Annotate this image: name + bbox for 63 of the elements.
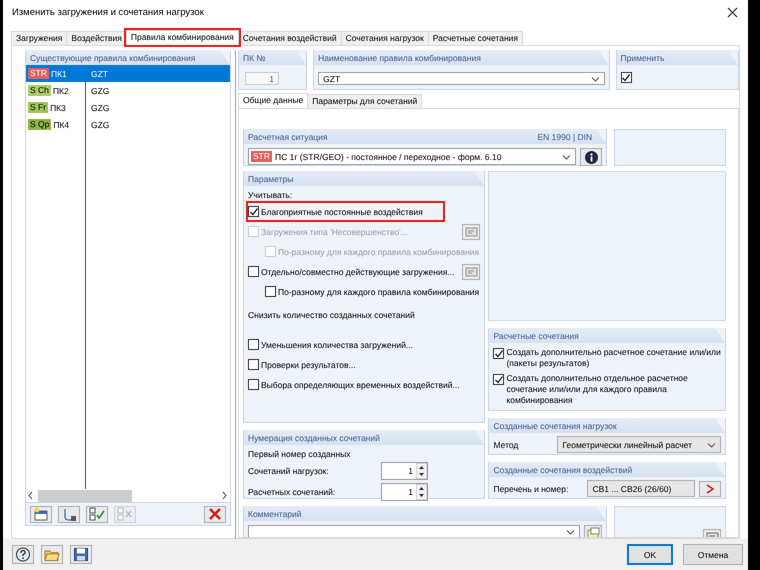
checkbox-label: Создать дополнительно расчетное сочетание или/или (пакеты результатов) <box>506 347 721 369</box>
rule-number: ПК4 <box>53 120 70 130</box>
tab[interactable]: Параметры для сочетаний <box>307 94 422 108</box>
group-title: Комментарий <box>248 508 302 518</box>
tab[interactable]: Сочетания нагрузок <box>340 31 429 45</box>
field-label: Перечень и номер: <box>493 484 570 494</box>
tab[interactable]: Воздействия <box>66 31 127 45</box>
field-label: Сочетаний нагрузок: <box>248 466 330 476</box>
rule-name: GZG <box>90 102 110 112</box>
category-tag: S Qp <box>28 119 52 130</box>
tab[interactable]: Загружения <box>11 31 68 45</box>
group-title: ПК № <box>243 52 266 62</box>
tab[interactable]: Общие данные <box>238 93 308 108</box>
group-title: Нумерация созданных сочетаний <box>248 432 380 442</box>
group-title: Применить <box>620 52 664 62</box>
name-dropdown[interactable]: GZT <box>318 72 605 85</box>
section-label: Снизить количество созданных сочетаний <box>248 310 416 320</box>
number-spinner[interactable]: 1 <box>381 462 428 480</box>
checkbox-label: Уменьшения количества загружений... <box>261 340 413 350</box>
group-title: Созданные сочетания нагрузок <box>493 420 617 430</box>
rule-number: ПК1 <box>51 68 67 78</box>
window-title: Изменить загружения и сочетания нагрузок <box>12 7 204 18</box>
field-label: Метод <box>493 440 520 450</box>
dialog-button[interactable]: OK <box>627 544 673 565</box>
group-title: Существующие правила комбинирования <box>30 52 196 62</box>
checkbox-label: По-разному для каждого правила комбинирования <box>278 246 480 256</box>
group-title: Расчетная ситуация <box>248 132 328 142</box>
checkbox-label: Проверки результатов... <box>261 360 356 370</box>
rule-name: GZG <box>90 120 110 130</box>
group-title: Наименование правила комбинирования <box>318 52 481 62</box>
rule-name: GZT <box>90 68 108 78</box>
standard-label: EN 1990 | DIN <box>538 132 592 142</box>
section-label: Учитывать: <box>248 190 294 200</box>
checkbox-label: Загружения типа 'Несовершенство'... <box>261 226 408 236</box>
category-tag: STR <box>251 151 272 162</box>
checkbox-label: По-разному для каждого правила комбинирования <box>278 286 480 296</box>
rule-name: GZG <box>90 86 110 96</box>
group-title: Расчетные сочетания <box>493 330 579 340</box>
group-title: Созданные сочетания воздействий <box>493 464 632 474</box>
section-label: Первый номер созданных <box>248 449 352 459</box>
situation-dropdown[interactable]: STR ПС 1г (STR/GEO) - постоянное / переходное - форм. 6.10 <box>248 148 576 165</box>
checkbox-label: Выбора определяющих временных воздействий... <box>261 380 460 390</box>
method-dropdown[interactable]: Геометрически линейный расчет <box>557 436 721 453</box>
tab[interactable]: Расчетные сочетания <box>428 31 523 45</box>
category-tag: S Fr <box>28 102 48 113</box>
tab[interactable]: Правила комбинирования <box>126 30 239 45</box>
number-field: 1 <box>245 72 279 85</box>
rule-number: ПК2 <box>52 86 69 96</box>
list-row[interactable]: STR ПК1 GZT <box>26 65 230 82</box>
list-row[interactable]: S Qp ПК4 GZG <box>26 116 230 133</box>
group-title: Параметры <box>248 174 294 184</box>
category-tag: STR <box>28 68 49 79</box>
list-field: СВ1 ... СВ26 (26/60) <box>587 480 695 497</box>
list-row[interactable]: S Fr ПК3 GZG <box>26 99 230 116</box>
number-spinner[interactable]: 1 <box>381 483 428 501</box>
dialog-button[interactable]: Отмена <box>683 544 743 565</box>
checkbox-label: Отдельно/совместно действующие загружения... <box>261 266 454 276</box>
rule-number: ПК3 <box>50 102 66 112</box>
category-tag: S Ch <box>28 85 51 96</box>
checkbox-label: Создать дополнительно отдельное расчетное сочетание или/или для каждого правила комбинирования <box>506 373 689 406</box>
list-row[interactable]: S Ch ПК2 GZG <box>26 82 230 99</box>
field-label: Расчетных сочетаний: <box>248 487 336 497</box>
checkbox-label: Благоприятные постоянные воздействия <box>261 206 423 216</box>
